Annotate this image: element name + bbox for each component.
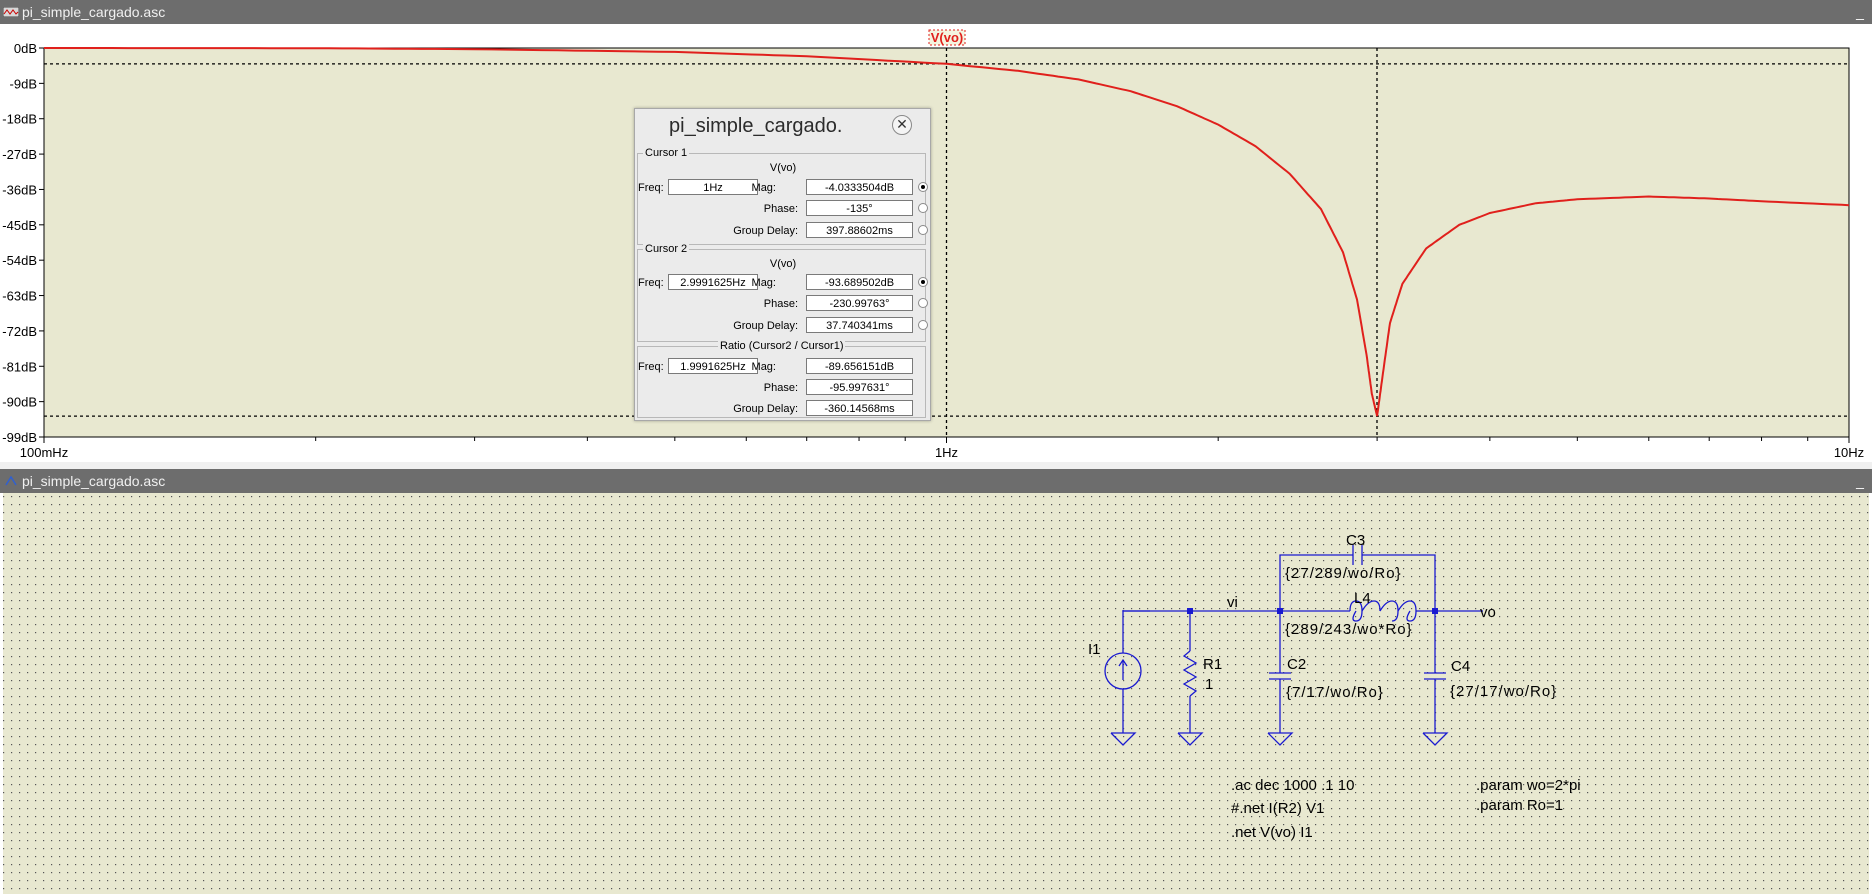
trace-label[interactable]: V(vo)	[931, 30, 964, 45]
cursor2-gd-label: Group Delay:	[733, 320, 798, 332]
cursor2-group: Cursor 2 V(vo) Freq: 2.9991625Hz Mag: -9…	[637, 243, 928, 342]
cursor-dialog[interactable]: pi_simple_cargado. ✕ Cursor 1 V(vo) Freq…	[634, 108, 931, 421]
y-tick-label: -72dB	[2, 324, 37, 339]
ratio-phase-label: Phase:	[763, 382, 798, 394]
comp-value-c2[interactable]: {7/17/wo/Ro}	[1286, 684, 1384, 701]
cursor2-phase-field[interactable]: -230.99763°	[806, 295, 913, 311]
cursor1-freq-label: Freq:	[638, 182, 664, 194]
directive-param-wo[interactable]: .param wo=2*pi	[1476, 777, 1581, 794]
y-tick-label: -36dB	[2, 182, 37, 197]
directive-ac[interactable]: .ac dec 1000 .1 10	[1231, 777, 1354, 794]
cursor2-gd-field[interactable]: 37.740341ms	[806, 317, 913, 333]
net-label-vo[interactable]: vo	[1480, 604, 1496, 621]
ratio-freq-label: Freq:	[638, 361, 664, 373]
cursor1-mag-field[interactable]: -4.0333504dB	[806, 179, 913, 195]
cursor2-mag-radio[interactable]	[918, 277, 928, 287]
plot-window-title: pi_simple_cargado.asc	[22, 4, 166, 20]
comp-value-l4[interactable]: {289/243/wo*Ro}	[1285, 621, 1413, 638]
minimize-button[interactable]: _	[1852, 0, 1868, 22]
cursor1-mag-radio[interactable]	[918, 182, 928, 192]
cursor2-legend: Cursor 2	[643, 243, 690, 255]
ratio-gd-field[interactable]: -360.14568ms	[806, 400, 913, 416]
directive-net[interactable]: .net V(vo) I1	[1231, 824, 1313, 841]
cursor1-group: Cursor 1 V(vo) Freq: 1Hz Mag: -4.0333504…	[637, 147, 928, 245]
y-tick-label: -18dB	[2, 112, 37, 127]
schematic-window-titlebar[interactable]: pi_simple_cargado.asc _	[0, 469, 1872, 493]
cursor1-mag-label: Mag:	[751, 182, 776, 194]
cursor1-legend: Cursor 1	[643, 147, 690, 159]
cursor2-phase-radio[interactable]	[918, 298, 928, 308]
cursor2-mag-field[interactable]: -93.689502dB	[806, 274, 913, 290]
directive-net-commented[interactable]: #.net I(R2) V1	[1231, 800, 1324, 817]
comp-value-c4[interactable]: {27/17/wo/Ro}	[1450, 683, 1557, 700]
y-tick-label: -45dB	[2, 218, 37, 233]
ratio-phase-field[interactable]: -95.997631°	[806, 379, 913, 395]
net-label-vi[interactable]: vi	[1227, 594, 1238, 611]
schematic-grid	[3, 493, 1869, 894]
cursor1-gd-field[interactable]: 397.88602ms	[806, 222, 913, 238]
cursor1-phase-radio[interactable]	[918, 203, 928, 213]
comp-label-c3[interactable]: C3	[1346, 532, 1365, 549]
plot-window-titlebar[interactable]: pi_simple_cargado.asc _	[0, 0, 1872, 24]
comp-label-c4[interactable]: C4	[1451, 658, 1470, 675]
ratio-mag-field[interactable]: -89.656151dB	[806, 358, 913, 374]
cursor1-gd-radio[interactable]	[918, 225, 928, 235]
ratio-mag-label: Mag:	[751, 361, 776, 373]
cursor2-mag-label: Mag:	[751, 277, 776, 289]
x-tick-label: 10Hz	[1834, 445, 1864, 460]
ratio-legend: Ratio (Cursor2 / Cursor1)	[718, 340, 846, 352]
dialog-title: pi_simple_cargado.	[669, 115, 843, 137]
cursor2-phase-label: Phase:	[763, 298, 798, 310]
cursor2-gd-radio[interactable]	[918, 320, 928, 330]
cursor1-gd-label: Group Delay:	[733, 225, 798, 237]
ratio-gd-label: Group Delay:	[733, 403, 798, 415]
comp-label-r1[interactable]: R1	[1203, 656, 1222, 673]
y-tick-label: -27dB	[2, 147, 37, 162]
comp-label-i1[interactable]: I1	[1088, 641, 1101, 658]
schematic-window-title: pi_simple_cargado.asc	[22, 473, 166, 489]
y-tick-label: -99dB	[2, 430, 37, 445]
y-tick-label: -9dB	[10, 76, 37, 91]
cursor2-freq-label: Freq:	[638, 277, 664, 289]
comp-label-l4[interactable]: L4	[1354, 590, 1371, 607]
y-tick-label: -63dB	[2, 289, 37, 304]
x-tick-label: 100mHz	[20, 445, 68, 460]
cursor1-trace: V(vo)	[769, 162, 797, 174]
waveform-window-icon	[3, 7, 19, 17]
y-tick-label: -54dB	[2, 253, 37, 268]
schematic-area[interactable]: I1 R1 1 C2 {7/17/wo/Ro} C3 {27/289/wo/Ro…	[0, 493, 1872, 894]
minimize-button[interactable]: _	[1852, 469, 1868, 491]
y-tick-label: 0dB	[14, 41, 37, 56]
waveform-plot-area[interactable]: 0dB -9dB -18dB -27dB -36dB -45dB -54dB -63dB -72…	[0, 24, 1872, 462]
x-tick-label: 1Hz	[935, 445, 958, 460]
comp-label-c2[interactable]: C2	[1287, 656, 1306, 673]
y-tick-label: -81dB	[2, 359, 37, 374]
directive-param-ro[interactable]: .param Ro=1	[1476, 797, 1563, 814]
y-tick-label: -90dB	[2, 395, 37, 410]
cursor1-phase-label: Phase:	[763, 203, 798, 215]
cursor2-trace: V(vo)	[769, 258, 797, 270]
waveform-chart[interactable]: 0dB -9dB -18dB -27dB -36dB -45dB -54dB -63dB -72…	[0, 24, 1872, 462]
schematic-canvas[interactable]: I1 R1 1 C2 {7/17/wo/Ro} C3 {27/289/wo/Ro…	[0, 493, 1872, 894]
cursor1-phase-field[interactable]: -135°	[806, 200, 913, 216]
comp-value-c3[interactable]: {27/289/wo/Ro}	[1285, 565, 1402, 582]
schematic-window-icon	[5, 476, 17, 486]
comp-value-r1[interactable]: 1	[1205, 676, 1213, 693]
close-icon[interactable]: ✕	[892, 115, 912, 135]
ratio-group: Ratio (Cursor2 / Cursor1) Freq: 1.999162…	[637, 340, 926, 418]
